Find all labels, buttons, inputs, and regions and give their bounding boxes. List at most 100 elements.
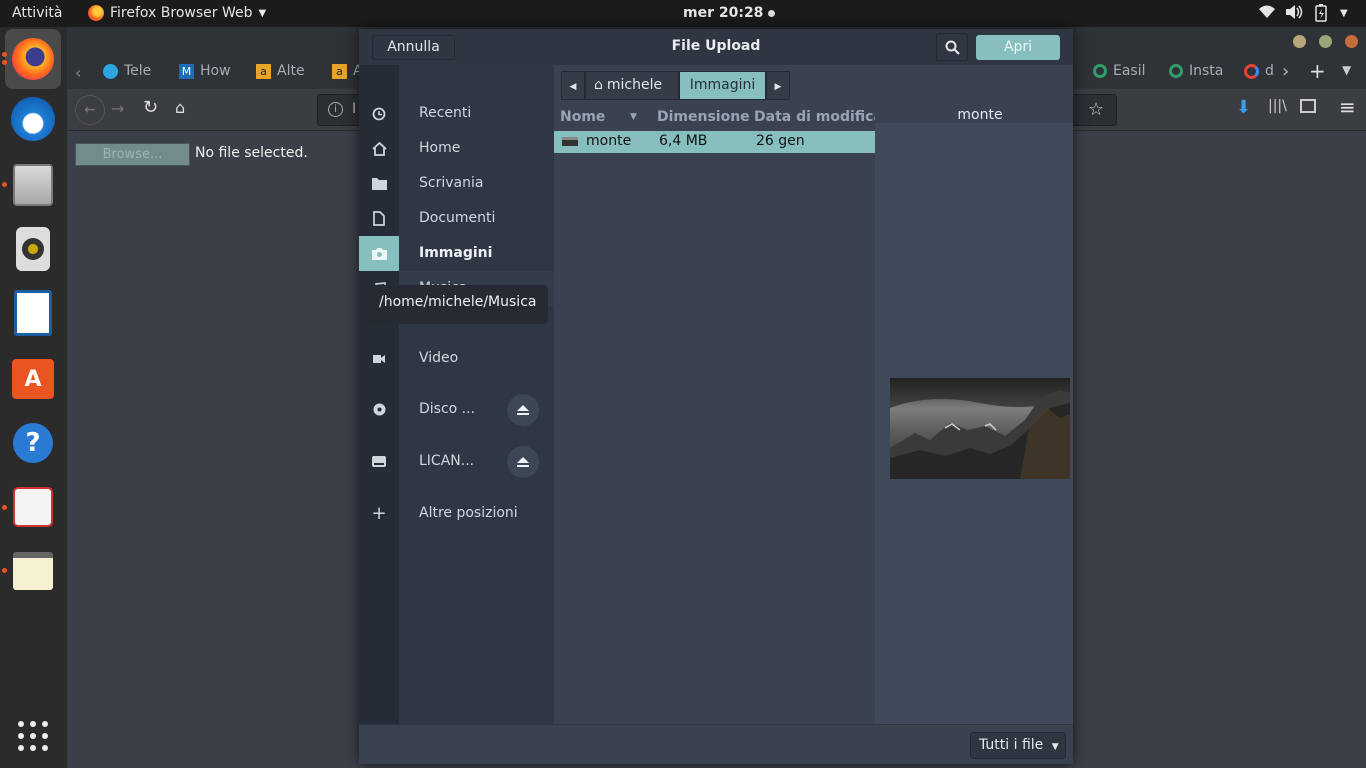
tab-scroll-right-icon[interactable]: › xyxy=(1282,61,1289,82)
file-row[interactable]: monte 6,4 MB 26 gen xyxy=(554,131,875,153)
tab-telegram[interactable]: Tele xyxy=(103,63,151,85)
tab-a[interactable]: aA xyxy=(332,63,363,85)
info-icon[interactable]: i xyxy=(328,102,343,117)
path-immagini-button[interactable]: Immagini xyxy=(679,71,766,100)
dialog-header: Annulla File Upload Apri xyxy=(359,29,1073,65)
tab-list-icon[interactable]: ▼ xyxy=(1342,63,1351,77)
tab-google[interactable]: d xyxy=(1244,63,1274,85)
tab-scroll-left-icon[interactable]: ‹ xyxy=(75,63,81,82)
chevron-left-icon: ◀ xyxy=(569,82,577,92)
file-name: monte xyxy=(586,133,632,149)
eject-icon xyxy=(517,405,529,415)
place-altre-posizioni[interactable]: Altre posizioni xyxy=(399,496,554,531)
m-logo-icon: M xyxy=(179,63,194,79)
site-logo-icon xyxy=(1093,64,1107,78)
firefox-small-icon xyxy=(88,5,104,21)
battery-icon[interactable] xyxy=(1314,4,1328,26)
running-indicator xyxy=(2,568,7,573)
dock-rhythmbox[interactable] xyxy=(9,225,57,273)
dock-thunderbird[interactable] xyxy=(9,95,57,143)
notification-dot-icon xyxy=(768,9,776,17)
running-indicator xyxy=(2,182,7,187)
activities-button[interactable]: Attività xyxy=(12,5,62,21)
file-upload-dialog: Annulla File Upload Apri + Recenti Home … xyxy=(359,29,1073,764)
eject-disco-button[interactable] xyxy=(507,394,539,426)
eject-lican-button[interactable] xyxy=(507,446,539,478)
site-logo-icon xyxy=(1169,64,1183,78)
new-tab-icon[interactable]: + xyxy=(1309,59,1326,83)
show-applications-button[interactable] xyxy=(9,712,57,760)
dock-firefox[interactable] xyxy=(5,29,61,89)
dock-writer[interactable] xyxy=(9,289,57,337)
dock-document-viewer[interactable] xyxy=(9,483,57,531)
preview-pane xyxy=(875,123,1073,724)
back-button[interactable]: ← xyxy=(75,95,105,125)
dialog-footer: Tutti i file ▼ xyxy=(359,724,1073,764)
column-data[interactable]: Data di modifica xyxy=(754,109,883,131)
disc-icon xyxy=(359,392,399,427)
path-label: michele xyxy=(606,77,663,93)
chevron-down-icon: ▼ xyxy=(1051,742,1059,752)
browse-button[interactable]: Browse... xyxy=(75,143,190,166)
window-minimize-button[interactable] xyxy=(1293,35,1306,48)
chevron-down-icon: ▼ xyxy=(258,7,267,19)
window-maximize-button[interactable] xyxy=(1319,35,1332,48)
tab-alte[interactable]: a Alte xyxy=(256,63,305,85)
open-button[interactable]: Apri xyxy=(976,35,1060,60)
place-home[interactable]: Home xyxy=(399,131,554,166)
file-filter-dropdown[interactable]: Tutti i file ▼ xyxy=(970,732,1066,759)
home-icon[interactable]: ⌂ xyxy=(175,98,185,117)
path-forward-button[interactable]: ▶ xyxy=(766,71,790,100)
place-documenti[interactable]: Documenti xyxy=(399,201,554,236)
reload-icon[interactable]: ↻ xyxy=(143,97,158,118)
path-michele-button[interactable]: ⌂ michele xyxy=(585,71,679,100)
tab-how[interactable]: M How xyxy=(179,63,231,85)
places-icon-strip: + xyxy=(359,65,399,724)
wifi-icon[interactable] xyxy=(1258,4,1276,24)
tooltip: /home/michele/Musica xyxy=(367,285,548,324)
clock[interactable]: mer 20:28 xyxy=(683,5,776,21)
library-icon[interactable]: |||\ xyxy=(1268,98,1287,114)
image-file-icon xyxy=(562,137,578,146)
download-icon[interactable]: ⬇ xyxy=(1236,97,1251,118)
tab-label: Insta xyxy=(1189,63,1224,79)
eject-icon xyxy=(517,457,529,467)
path-back-button[interactable]: ◀ xyxy=(561,71,585,100)
bookmark-star-icon[interactable]: ☆ xyxy=(1088,99,1104,120)
column-nome[interactable]: Nome xyxy=(560,109,605,131)
running-indicator xyxy=(2,52,7,57)
camera-icon xyxy=(359,236,399,271)
video-icon xyxy=(359,341,399,376)
a-logo-icon: a xyxy=(256,63,271,79)
dock-files[interactable] xyxy=(9,161,57,209)
place-video[interactable]: Video xyxy=(399,341,554,376)
sort-down-icon[interactable]: ▼ xyxy=(630,112,637,122)
place-recenti[interactable]: Recenti xyxy=(399,96,554,131)
place-immagini[interactable]: Immagini xyxy=(399,236,554,271)
window-close-button[interactable] xyxy=(1345,35,1358,48)
file-pane: ◀ ⌂ michele Immagini ▶ Nome ▼ Dimensione … xyxy=(554,65,883,724)
system-menu-icon[interactable]: ▼ xyxy=(1340,8,1348,19)
place-label: LICAN... xyxy=(419,453,475,469)
dock-text-editor[interactable] xyxy=(9,547,57,595)
dock-help[interactable]: ? xyxy=(9,419,57,467)
app-menu[interactable]: Firefox Browser Web ▼ xyxy=(88,5,266,21)
home-icon xyxy=(359,131,399,166)
column-dimensione[interactable]: Dimensione xyxy=(657,109,750,131)
tab-easil[interactable]: Easil xyxy=(1093,63,1146,85)
menu-icon[interactable]: ≡ xyxy=(1339,95,1356,119)
search-button[interactable] xyxy=(936,33,968,61)
volume-icon[interactable] xyxy=(1285,4,1303,24)
app-menu-label: Firefox Browser Web xyxy=(110,5,253,21)
sidebar-icon[interactable] xyxy=(1300,99,1316,113)
filter-label: Tutti i file xyxy=(979,737,1044,753)
forward-icon[interactable]: → xyxy=(111,99,124,118)
place-scrivania[interactable]: Scrivania xyxy=(399,166,554,201)
file-cabinet-icon xyxy=(13,164,53,206)
tab-insta[interactable]: Insta xyxy=(1169,63,1223,85)
tab-label: d xyxy=(1265,63,1274,79)
running-indicator xyxy=(2,60,7,65)
shopping-bag-icon: A xyxy=(12,359,54,399)
document-icon xyxy=(359,201,399,236)
dock-software[interactable]: A xyxy=(9,355,57,403)
